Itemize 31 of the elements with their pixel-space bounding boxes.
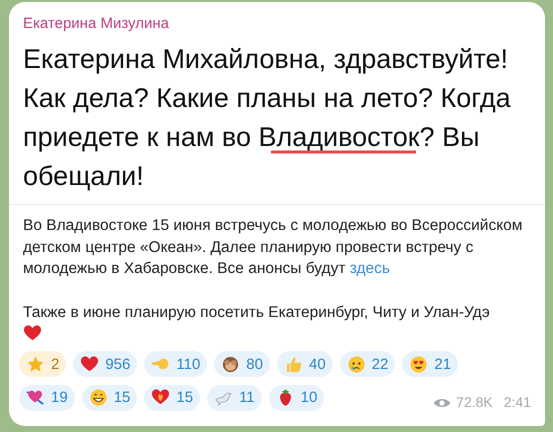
eye-icon (433, 396, 452, 408)
reaction-button[interactable]: 110 (144, 351, 208, 377)
link[interactable]: здесь (350, 260, 390, 277)
reaction-button[interactable]: 15 (144, 384, 200, 410)
message-time: 2:41 (504, 393, 531, 412)
message-paragraph: Во Владивостоке 15 июня встречусь с молодежью во Всероссийском детском центре «Океан». Далее планирую провести встречу с молодежью в Хабаровске. Все анонсы будут здесь (23, 216, 524, 279)
burning-heart-icon (151, 388, 170, 407)
image-text-line: приедете к нам во Владивосток? Вы (23, 121, 480, 156)
image-text-line: обещали! (23, 160, 145, 193)
author-name: Екатерина Мизулина (23, 14, 170, 34)
view-count: 72.8K (456, 393, 493, 412)
star-icon (26, 354, 45, 374)
monkey-icon (221, 354, 240, 374)
reaction-button[interactable]: 2 (19, 351, 66, 377)
reaction-button[interactable]: 10 (268, 384, 324, 410)
message-paragraph: Также в июне планирую посетить Екатеринбург, Читу и Улан-Удэ (23, 302, 491, 322)
heart-eyes-face-icon (409, 354, 428, 374)
reaction-button[interactable]: 40 (276, 351, 333, 377)
reaction-button[interactable]: 11 (207, 384, 262, 410)
grinning-face-icon (88, 388, 108, 407)
heart-icon (80, 354, 100, 374)
image-text-line: Как дела? Какие планы на лето? Когда (23, 82, 512, 115)
heart-arrow-icon (26, 388, 45, 407)
image-text-line: Екатерина Михайловна, здравствуйте! (23, 43, 510, 76)
reaction-button[interactable]: 22 (340, 351, 396, 377)
reaction-button[interactable]: 19 (19, 384, 75, 410)
reaction-button[interactable]: 956 (73, 351, 138, 377)
crying-face-icon (346, 354, 366, 374)
reaction-button[interactable]: 80 (214, 351, 270, 377)
reaction-button[interactable]: 21 (402, 351, 458, 377)
reaction-button[interactable]: 15 (82, 384, 138, 410)
